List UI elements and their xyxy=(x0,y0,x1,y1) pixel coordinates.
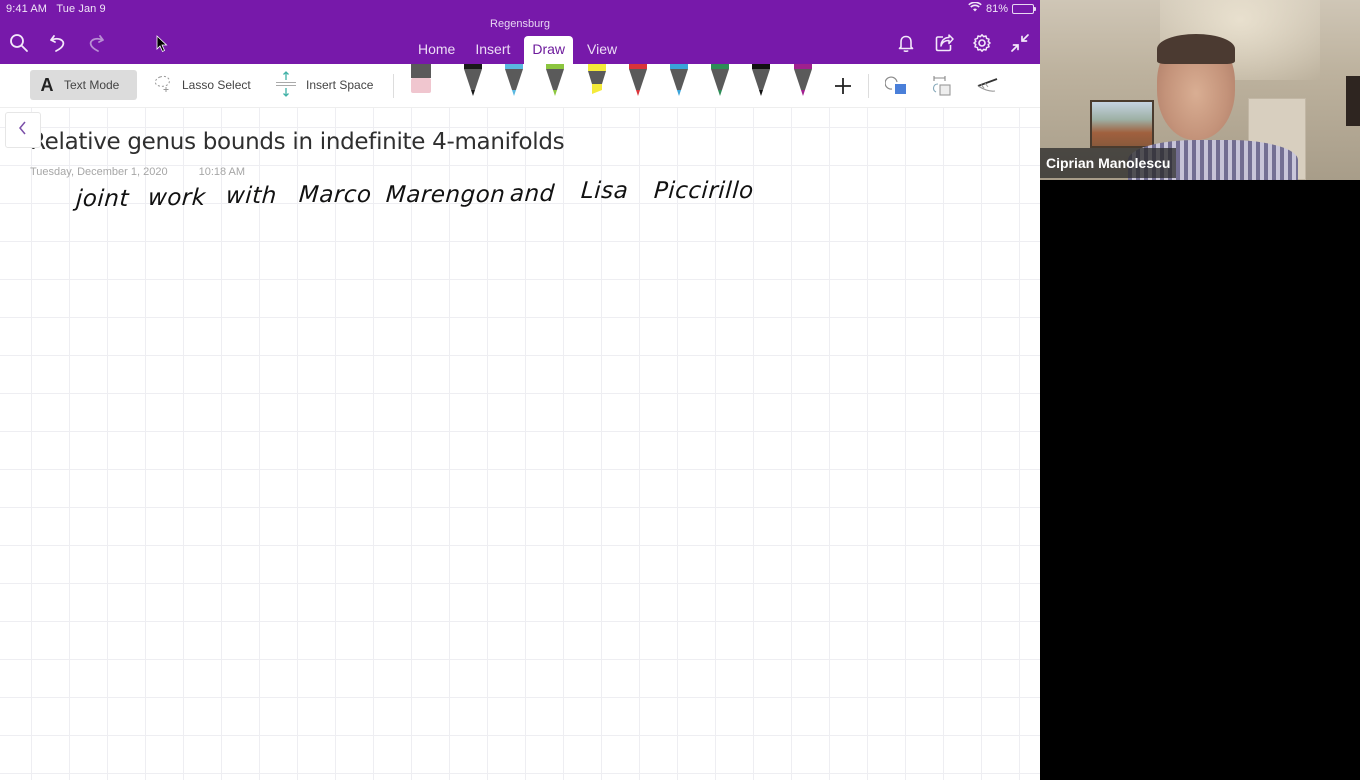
battery-charging-icon xyxy=(1012,3,1036,14)
page-metadata: Tuesday, December 1, 2020 10:18 AM xyxy=(30,166,245,178)
purple-pen[interactable] xyxy=(790,64,816,100)
page-date: Tuesday, December 1, 2020 xyxy=(30,166,168,178)
page-title[interactable]: Relative genus bounds in indefinite 4-ma… xyxy=(30,129,565,155)
bell-icon[interactable] xyxy=(894,31,918,55)
toolbar-divider xyxy=(868,74,869,98)
dark-green-pen[interactable] xyxy=(707,64,733,100)
onenote-app: 9:41 AM Tue Jan 9 81% Regensburg Home In… xyxy=(0,0,1040,780)
notebook-name: Regensburg xyxy=(490,18,550,30)
ink-word: Lisa xyxy=(580,178,630,204)
status-time: 9:41 AM xyxy=(6,3,48,15)
tab-insert[interactable]: Insert xyxy=(465,36,520,64)
chevron-left-icon xyxy=(17,120,29,141)
ink-word: Marco xyxy=(298,182,373,208)
participant-hair xyxy=(1157,34,1235,64)
search-icon[interactable] xyxy=(7,31,31,55)
ink-word: Marengon xyxy=(385,182,507,208)
toolbar-divider xyxy=(393,74,394,98)
add-pen-icon[interactable] xyxy=(829,72,857,100)
green-pen[interactable] xyxy=(542,64,568,100)
text-mode-button[interactable]: A Text Mode xyxy=(30,70,137,100)
status-bar-time: 9:41 AM Tue Jan 9 xyxy=(6,3,106,15)
collapse-icon[interactable] xyxy=(1008,31,1032,55)
ribbon-tabs: Home Insert Draw View xyxy=(408,36,627,64)
tab-home[interactable]: Home xyxy=(408,36,465,64)
redo-icon[interactable] xyxy=(84,31,108,55)
back-button[interactable] xyxy=(5,112,41,148)
text-mode-icon: A xyxy=(40,74,54,95)
ink-to-shape-icon[interactable] xyxy=(928,72,956,100)
red-pen[interactable] xyxy=(625,64,651,100)
lasso-select-label: Lasso Select xyxy=(182,78,251,92)
ruler-icon[interactable] xyxy=(974,72,1002,100)
wall-painting xyxy=(1090,100,1154,148)
wifi-icon xyxy=(968,1,982,15)
undo-icon[interactable] xyxy=(46,31,70,55)
ink-word: and xyxy=(509,181,556,207)
ink-word: joint xyxy=(75,186,130,212)
insert-space-label: Insert Space xyxy=(306,78,374,92)
mouse-cursor-icon xyxy=(156,35,168,58)
status-bar-right: 81% xyxy=(968,1,1036,15)
page-time: 10:18 AM xyxy=(198,166,246,178)
ink-word: work xyxy=(147,185,207,211)
app-header: 9:41 AM Tue Jan 9 81% Regensburg Home In… xyxy=(0,0,1040,64)
ink-word: with xyxy=(225,183,278,209)
picture-frame xyxy=(1346,76,1360,126)
lasso-icon xyxy=(152,74,174,97)
black-pen-2[interactable] xyxy=(748,64,774,100)
ink-word: Piccirillo xyxy=(653,178,755,204)
insert-space-icon xyxy=(274,70,298,100)
battery-percent: 81% xyxy=(985,2,1008,15)
insert-space-button[interactable]: Insert Space xyxy=(266,70,381,100)
eraser-tool[interactable] xyxy=(408,64,434,100)
black-pen[interactable] xyxy=(460,64,486,100)
participant-video[interactable]: Ciprian Manolescu xyxy=(1040,0,1360,180)
yellow-highlighter[interactable] xyxy=(584,64,610,100)
gear-icon[interactable] xyxy=(970,31,994,55)
light-blue-pen[interactable] xyxy=(501,64,527,100)
status-date: Tue Jan 9 xyxy=(56,3,106,15)
shapes-icon[interactable] xyxy=(883,72,911,100)
draw-toolbar: A Text Mode Lasso Select Insert Space xyxy=(0,64,1040,108)
blue-pen[interactable] xyxy=(666,64,692,100)
participant-name: Ciprian Manolescu xyxy=(1040,148,1177,178)
text-mode-label: Text Mode xyxy=(64,78,120,92)
lasso-select-button[interactable]: Lasso Select xyxy=(144,70,259,100)
share-icon[interactable] xyxy=(932,31,956,55)
tab-draw[interactable]: Draw xyxy=(524,36,574,64)
tab-view[interactable]: View xyxy=(577,36,627,64)
